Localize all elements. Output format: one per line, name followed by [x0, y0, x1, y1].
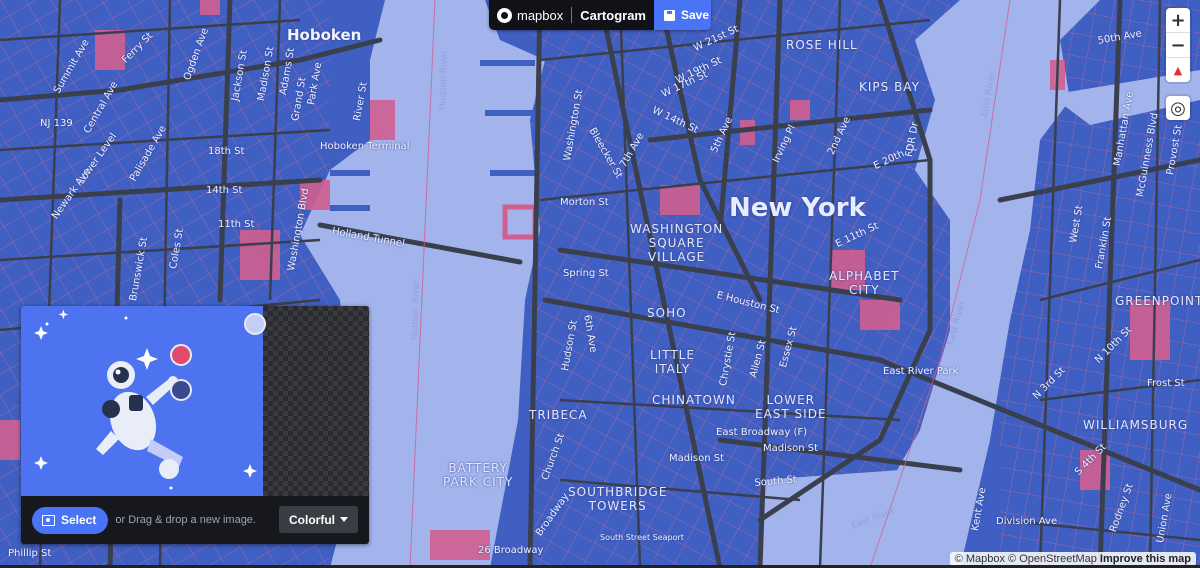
- drop-hint: or Drag & drop a new image.: [115, 514, 256, 526]
- panel-toolbar: Select or Drag & drop a new image. Color…: [21, 496, 369, 544]
- street-label: Division Ave: [996, 516, 1058, 527]
- hood-label-alphabet-city: ALPHABET CITY: [829, 269, 900, 297]
- chevron-down-icon: [340, 517, 348, 522]
- provider-name: mapbox: [517, 7, 564, 23]
- hood-label-soho: SOHO: [647, 306, 687, 320]
- astronaut-illustration: [34, 309, 257, 490]
- image-panel: Select or Drag & drop a new image. Color…: [21, 306, 369, 544]
- attribution-mapbox-link[interactable]: © Mapbox: [955, 553, 1005, 565]
- street-label: Madison St: [763, 443, 818, 454]
- place-label-east-river-park: East River Park: [883, 366, 959, 377]
- navigation-control: + − ▲: [1166, 8, 1190, 82]
- water-label-hudson-river: Hudson River: [410, 279, 423, 341]
- attribution-osm-link[interactable]: © OpenStreetMap: [1008, 553, 1097, 565]
- style-dropdown[interactable]: Colorful: [279, 506, 358, 533]
- floppy-disk-icon: [664, 9, 675, 21]
- hood-label-greenpoint: GREENPOINT: [1115, 294, 1200, 308]
- select-label: Select: [61, 513, 97, 527]
- transparency-checkerboard: [263, 306, 369, 496]
- zoom-in-button[interactable]: +: [1166, 8, 1190, 33]
- select-image-button[interactable]: Select: [32, 506, 109, 534]
- hood-label-tribeca: TRIBECA: [529, 408, 588, 422]
- street-label: Frost St: [1147, 378, 1185, 389]
- brand-bar: mapbox Cartogram Save: [489, 0, 711, 30]
- water-label-hudson-river: Hudson River: [438, 49, 451, 111]
- attribution: © Mapbox © OpenStreetMap Improve this ma…: [949, 552, 1196, 566]
- save-button[interactable]: Save: [654, 0, 711, 30]
- hood-label-chinatown: CHINATOWN: [652, 393, 736, 407]
- place-label-east-broadway: East Broadway (F): [716, 427, 808, 438]
- mapbox-icon: [497, 7, 512, 23]
- astronaut: [96, 361, 183, 479]
- place-label-madison-st: Madison St: [669, 453, 724, 464]
- improve-map-link[interactable]: Improve this map: [1100, 553, 1191, 565]
- street-label: South Street Seaport: [600, 533, 684, 542]
- mapbox-logo[interactable]: mapbox Cartogram: [489, 0, 654, 30]
- hood-label-little-italy: LITTLE ITALY: [650, 348, 695, 376]
- street-label: Phillip St: [8, 548, 52, 559]
- zoom-out-button[interactable]: −: [1166, 33, 1190, 58]
- hood-label-rose-hill: ROSE HILL: [786, 38, 858, 52]
- hood-label-battery-park-city: BATTERY PARK CITY: [443, 461, 514, 489]
- compass-button[interactable]: ▲: [1166, 58, 1190, 82]
- city-label: New York: [729, 193, 866, 223]
- color-swatch[interactable]: [170, 344, 192, 366]
- geolocate-button[interactable]: ◎: [1166, 96, 1190, 120]
- street-label: NJ 139: [40, 118, 73, 129]
- hood-label-williamsburg: WILLIAMSBURG: [1083, 418, 1189, 432]
- street-label: 11th St: [218, 219, 255, 230]
- hood-label-lower-east-side: LOWER EAST SIDE: [755, 393, 827, 421]
- place-label-hoboken-terminal: Hoboken Terminal: [320, 141, 410, 152]
- geolocate-control: ◎: [1166, 96, 1190, 120]
- hood-label-kips-bay: KIPS BAY: [859, 80, 920, 94]
- place-label-hoboken: Hoboken: [287, 26, 362, 44]
- style-dropdown-value: Colorful: [289, 512, 335, 527]
- street-label: 26 Broadway: [478, 545, 544, 556]
- color-swatch[interactable]: [244, 313, 266, 335]
- hood-label-southbridge-towers: SOUTHBRIDGE TOWERS: [568, 485, 668, 513]
- street-label: 18th St: [208, 146, 245, 157]
- hood-label-washington-square-village: WASHINGTON SQUARE VILLAGE: [630, 222, 724, 264]
- street-label: Morton St: [560, 197, 609, 208]
- app-name: Cartogram: [580, 7, 646, 23]
- save-label: Save: [681, 8, 710, 22]
- image-preview: [21, 306, 263, 496]
- street-label: 14th St: [206, 185, 243, 196]
- divider: [571, 7, 573, 23]
- image-icon: [42, 514, 55, 526]
- color-swatch[interactable]: [170, 379, 192, 401]
- street-label: Spring St: [563, 268, 609, 279]
